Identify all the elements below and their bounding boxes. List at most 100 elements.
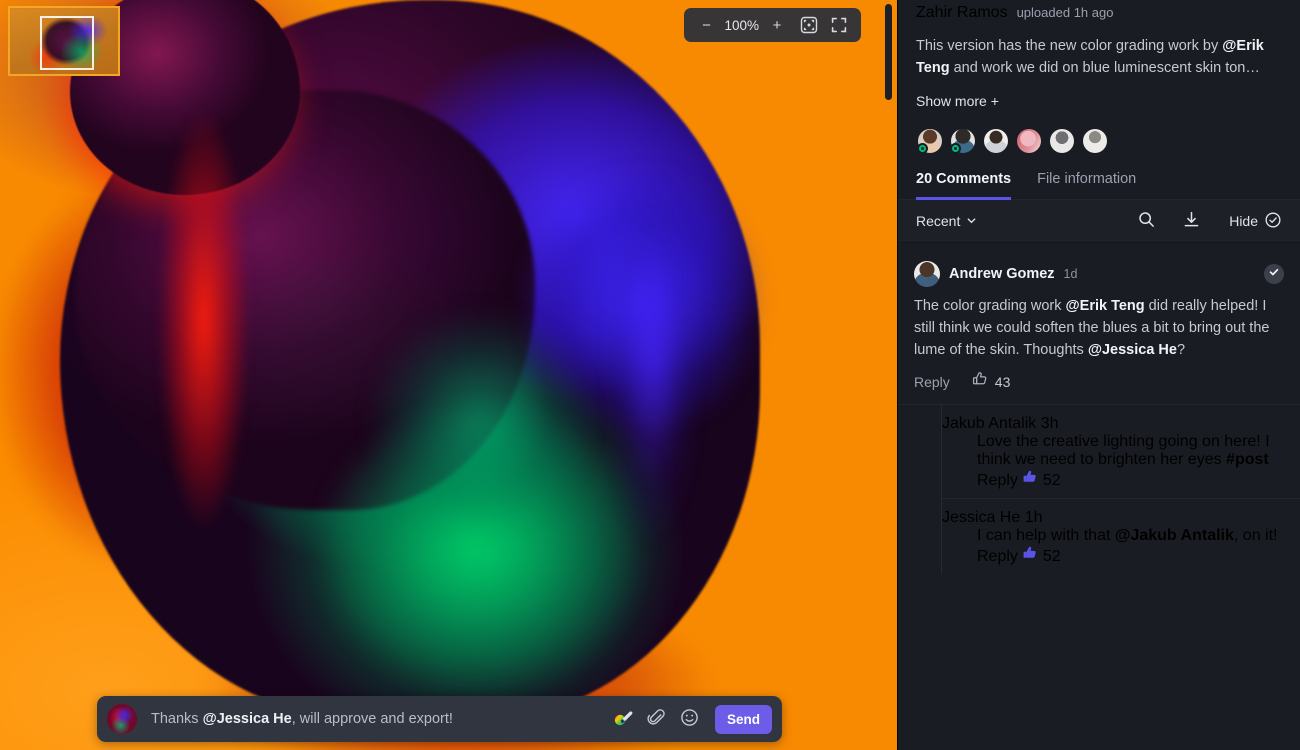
- emoji-icon: [680, 708, 699, 730]
- search-button[interactable]: [1137, 210, 1156, 232]
- comment-mention-1[interactable]: @Erik Teng: [1066, 298, 1145, 314]
- avatar[interactable]: [982, 127, 1010, 155]
- avatar[interactable]: [949, 127, 977, 155]
- like-button[interactable]: 52: [1022, 470, 1061, 489]
- zoom-level-value: 100%: [724, 17, 759, 33]
- like-button[interactable]: 43: [972, 371, 1011, 392]
- search-icon: [1137, 210, 1156, 232]
- chevron-down-icon: [966, 213, 977, 229]
- fit-to-screen-icon: [800, 16, 818, 34]
- attach-button[interactable]: [647, 708, 666, 730]
- avatar[interactable]: [1048, 127, 1076, 155]
- avatar-image: [1083, 129, 1107, 153]
- artwork-jaw-light: [330, 270, 630, 570]
- avatar[interactable]: [916, 127, 944, 155]
- reply-text-2: , on it!: [1233, 527, 1278, 544]
- download-button[interactable]: [1182, 210, 1201, 232]
- send-button[interactable]: Send: [714, 704, 772, 734]
- upload-time: uploaded 1h ago: [1016, 5, 1114, 20]
- composer-text-suffix: , will approve and export!: [291, 711, 453, 727]
- check-circle-icon: [1264, 211, 1282, 232]
- uploader-row: Zahir Ramos uploaded 1h ago: [916, 2, 1282, 22]
- show-more-button[interactable]: Show more +: [916, 93, 999, 109]
- reply-body: Love the creative lighting going on here…: [977, 433, 1284, 469]
- comments-list[interactable]: Andrew Gomez 1d The color grading work @…: [898, 243, 1300, 750]
- reply-button[interactable]: Reply: [914, 374, 950, 390]
- comment-body: The color grading work @Erik Teng did re…: [914, 295, 1284, 361]
- comment-text-1: The color grading work: [914, 298, 1066, 314]
- comment-mention-2[interactable]: @Jessica He: [1088, 342, 1177, 358]
- thumbs-up-icon: [1022, 546, 1042, 565]
- avatar[interactable]: [1015, 127, 1043, 155]
- reply-button[interactable]: Reply: [977, 548, 1018, 565]
- viewer-scrollbar[interactable]: [885, 0, 892, 750]
- reply-item[interactable]: Jessica He 1h I can help with that @Jaku…: [942, 498, 1300, 574]
- composer-text-prefix: Thanks: [151, 711, 203, 727]
- reply-hashtag[interactable]: #post: [1226, 451, 1269, 468]
- composer-avatar: [107, 704, 137, 734]
- thumbs-up-icon: [1022, 470, 1042, 489]
- sort-label: Recent: [916, 213, 961, 229]
- fit-to-screen-button[interactable]: [797, 12, 821, 38]
- resolve-button[interactable]: [1264, 264, 1284, 284]
- app-root: − 100% + Thanks @Jessica He, will approv…: [0, 0, 1300, 750]
- navigator-viewport-rect[interactable]: [40, 16, 94, 70]
- composer-actions: Send: [613, 704, 772, 734]
- description-part-1: This version has the new color grading w…: [916, 38, 1223, 54]
- fullscreen-button[interactable]: [827, 12, 851, 38]
- image-viewer[interactable]: − 100% + Thanks @Jessica He, will approv…: [0, 0, 897, 750]
- annotate-brush-icon: [613, 708, 633, 731]
- reply-author[interactable]: Jessica He: [942, 509, 1020, 526]
- reply-body: I can help with that @Jakub Antalik, on …: [977, 527, 1284, 545]
- viewer-scrollbar-thumb[interactable]: [885, 4, 892, 100]
- avatar[interactable]: [914, 261, 940, 287]
- reply-button[interactable]: Reply: [977, 472, 1018, 489]
- like-count: 43: [994, 373, 1011, 390]
- online-badge: [950, 143, 961, 154]
- comment-header: Andrew Gomez 1d: [914, 261, 1284, 287]
- comment-author[interactable]: Andrew Gomez: [949, 266, 1055, 282]
- reply-thread: Jakub Antalik 3h Love the creative light…: [898, 405, 1300, 574]
- avatar-image: [984, 129, 1008, 153]
- sidebar-tabs[interactable]: 20 Comments File information: [898, 165, 1300, 200]
- avatar[interactable]: [1081, 127, 1109, 155]
- zoom-toolbar[interactable]: − 100% +: [684, 8, 861, 42]
- artwork-red-rim-light: [40, 0, 250, 640]
- avatar-image: [1050, 129, 1074, 153]
- reply-header: Jakub Antalik 3h: [942, 415, 1284, 433]
- zoom-out-button[interactable]: −: [694, 12, 718, 38]
- navigator-thumbnail[interactable]: [8, 6, 120, 76]
- check-icon: [1268, 265, 1280, 283]
- sort-dropdown[interactable]: Recent: [916, 213, 977, 229]
- tab-file-information[interactable]: File information: [1037, 171, 1136, 200]
- online-badge: [917, 143, 928, 154]
- reply-author[interactable]: Jakub Antalik: [942, 415, 1036, 432]
- description-part-2: and work we did on blue luminescent skin…: [949, 60, 1260, 76]
- comment-input[interactable]: Thanks @Jessica He, will approve and exp…: [151, 711, 603, 727]
- comment-text-3: ?: [1176, 342, 1186, 358]
- comments-toolbar: Recent Hide: [898, 200, 1300, 243]
- artwork-image[interactable]: [0, 0, 897, 750]
- uploader-name[interactable]: Zahir Ramos: [916, 4, 1008, 22]
- fullscreen-icon: [830, 16, 848, 34]
- reply-item[interactable]: Jakub Antalik 3h Love the creative light…: [942, 405, 1300, 498]
- comment-footer: Reply 43: [914, 371, 1284, 392]
- tab-comments[interactable]: 20 Comments: [916, 171, 1012, 200]
- comment-composer[interactable]: Thanks @Jessica He, will approve and exp…: [97, 696, 782, 742]
- reply-mention[interactable]: @Jakub Antalik: [1115, 527, 1234, 544]
- upload-description: Zahir Ramos uploaded 1h ago This version…: [898, 0, 1300, 111]
- hide-label: Hide: [1229, 213, 1258, 229]
- emoji-button[interactable]: [680, 708, 699, 730]
- reply-header: Jessica He 1h: [942, 509, 1284, 527]
- details-sidebar: Zahir Ramos uploaded 1h ago This version…: [897, 0, 1300, 750]
- viewer-avatar-group: [898, 111, 1300, 165]
- zoom-in-button[interactable]: +: [765, 12, 789, 38]
- download-icon: [1182, 210, 1201, 232]
- hide-toggle[interactable]: Hide: [1229, 211, 1282, 232]
- paperclip-icon: [647, 708, 666, 730]
- like-button[interactable]: 52: [1022, 546, 1061, 565]
- comment-item[interactable]: Andrew Gomez 1d The color grading work @…: [898, 249, 1300, 398]
- reply-time: 1h: [1024, 509, 1043, 526]
- composer-mention[interactable]: @Jessica He: [203, 711, 292, 727]
- annotate-button[interactable]: [613, 708, 633, 731]
